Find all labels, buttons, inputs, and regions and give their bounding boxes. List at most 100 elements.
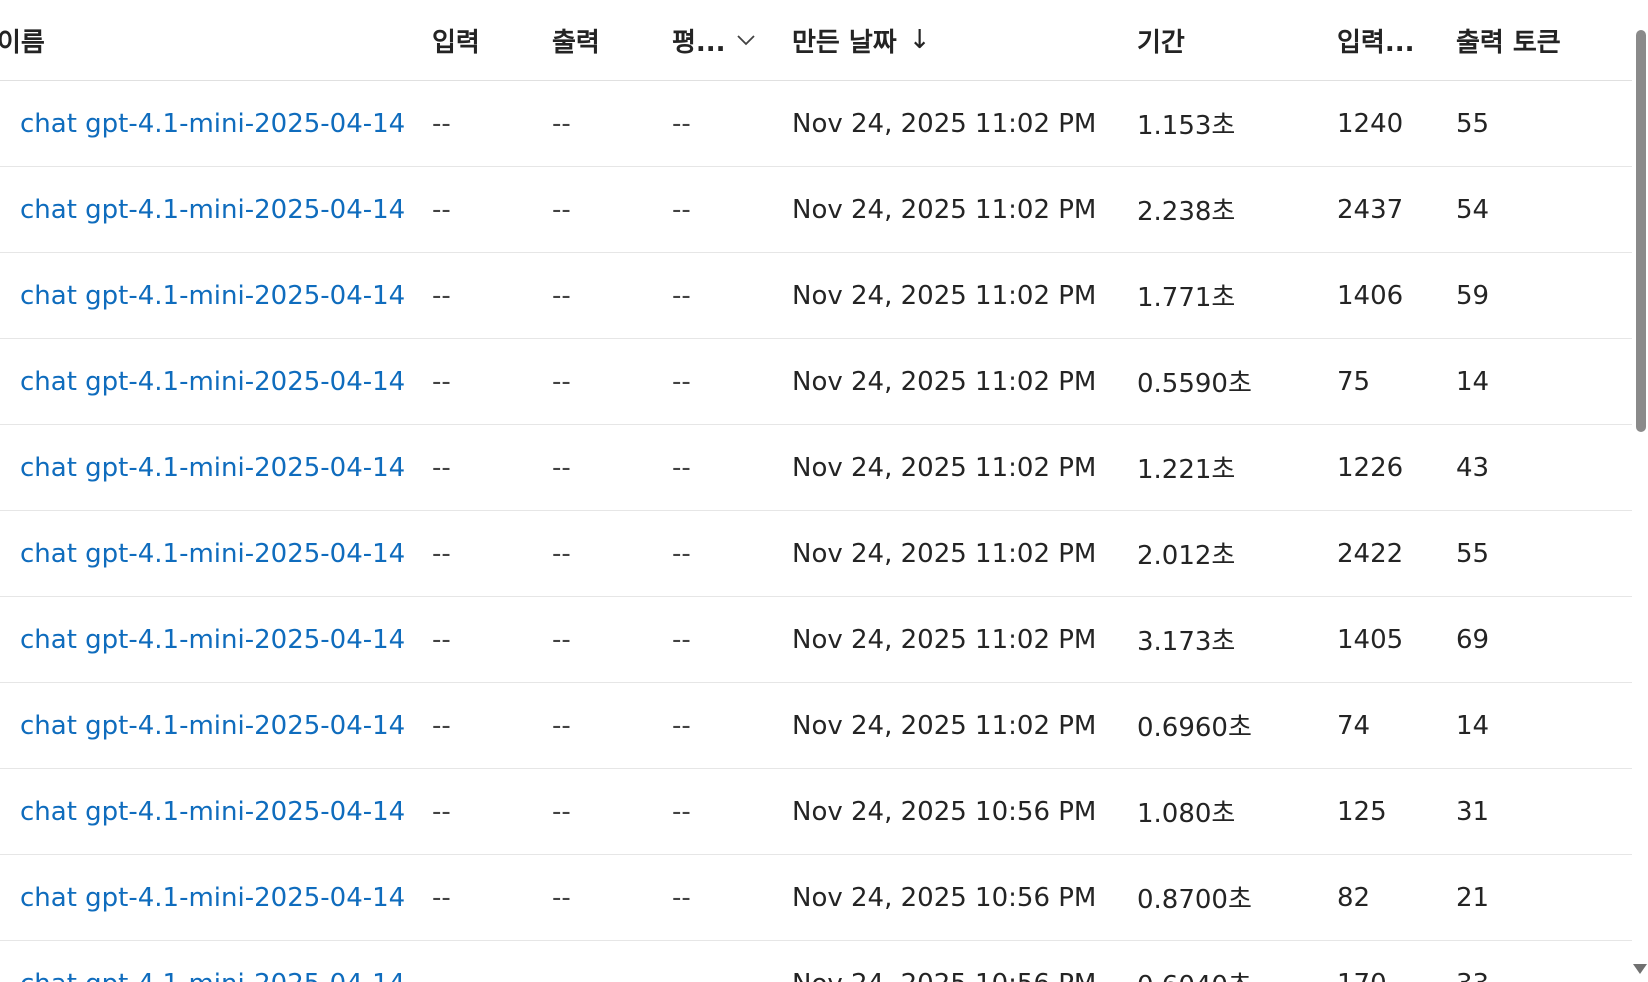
output-tokens-cell: 55 [1456,108,1490,139]
table-row[interactable]: chat gpt-4.1-mini-2025-04-14 -- -- -- No… [0,769,1632,855]
table-row[interactable]: chat gpt-4.1-mini-2025-04-14 -- -- -- No… [0,855,1632,941]
table-row[interactable]: chat gpt-4.1-mini-2025-04-14 -- -- -- No… [0,81,1632,167]
input-tokens-cell: 1240 [1337,108,1404,139]
output-cell: -- [552,452,571,483]
trace-name-link[interactable]: chat gpt-4.1-mini-2025-04-14 [20,883,405,913]
created-date-cell: Nov 24, 2025 11:02 PM [792,624,1097,655]
duration-cell: 1.153초 [1137,111,1236,141]
duration-cell: 1.080초 [1137,799,1236,829]
column-header-output-tokens[interactable]: 출력 토큰 [1456,0,1636,80]
chevron-down-icon[interactable] [736,30,756,50]
column-header-duration[interactable]: 기간 [1137,0,1327,80]
trace-name-link[interactable]: chat gpt-4.1-mini-2025-04-14 [20,539,405,569]
column-header-label: 출력 토큰 [1456,27,1561,58]
trace-name-link[interactable]: chat gpt-4.1-mini-2025-04-14 [20,195,405,225]
trace-name-link[interactable]: chat gpt-4.1-mini-2025-04-14 [20,281,405,311]
trace-name-link[interactable]: chat gpt-4.1-mini-2025-04-14 [20,109,405,139]
input-cell: -- [432,194,451,225]
evaluation-cell: -- [672,108,691,139]
traces-table: 이름 입력 출력 평... 만든 날짜 ↓ 기간 입력... 출력 토큰 cha… [0,0,1632,982]
duration-cell: 0.6040초 [1137,941,1327,982]
sort-descending-icon: ↓ [908,25,931,55]
input-cell: -- [432,796,451,827]
created-date-cell: Nov 24, 2025 10:56 PM [792,941,1122,982]
duration-cell: 0.6960초 [1137,713,1252,743]
column-header-label: 입력... [1337,27,1415,58]
column-header-label: 출력 [552,27,600,58]
evaluation-cell: -- [672,280,691,311]
evaluation-cell: -- [672,366,691,397]
evaluation-cell: -- [672,882,691,913]
evaluation-cell: -- [672,194,691,225]
duration-cell: 3.173초 [1137,627,1236,657]
output-tokens-cell: 43 [1456,452,1490,483]
output-cell: -- [552,941,662,982]
created-date-cell: Nov 24, 2025 10:56 PM [792,796,1097,827]
created-date-cell: Nov 24, 2025 11:02 PM [792,452,1097,483]
output-tokens-cell: 69 [1456,624,1490,655]
column-header-label: 입력 [432,27,480,58]
created-date-cell: Nov 24, 2025 10:56 PM [792,882,1097,913]
column-header-output[interactable]: 출력 [552,0,662,80]
vertical-scrollbar[interactable] [1632,0,1648,982]
scrollbar-thumb[interactable] [1636,30,1646,432]
trace-name-link[interactable]: chat gpt-4.1-mini-2025-04-14 [20,367,405,397]
input-tokens-cell: 2422 [1337,538,1404,569]
output-cell: -- [552,624,571,655]
duration-cell: 1.771초 [1137,283,1236,313]
input-cell: -- [432,882,451,913]
evaluation-cell: -- [672,538,691,569]
trace-name-link[interactable]: chat gpt-4.1-mini-2025-04-14 [20,797,405,827]
column-header-evaluation[interactable]: 평... [672,0,782,80]
output-tokens-cell: 54 [1456,194,1490,225]
input-cell: -- [432,538,451,569]
evaluation-cell: -- [672,796,691,827]
table-row[interactable]: chat gpt-4.1-mini-2025-04-14 -- -- -- No… [0,941,1632,982]
column-header-label: 만든 날짜 [792,27,897,58]
trace-name-link[interactable]: chat gpt-4.1-mini-2025-04-14 [20,969,405,982]
input-cell: -- [432,710,451,741]
table-row[interactable]: chat gpt-4.1-mini-2025-04-14 -- -- -- No… [0,253,1632,339]
duration-cell: 2.012초 [1137,541,1236,571]
column-header-created[interactable]: 만든 날짜 ↓ [792,0,1122,80]
trace-name-link[interactable]: chat gpt-4.1-mini-2025-04-14 [20,711,405,741]
input-cell: -- [432,452,451,483]
column-header-label: 이름 [0,27,45,58]
column-header-label: 기간 [1137,27,1185,58]
duration-cell: 0.8700초 [1137,885,1252,915]
evaluation-cell: -- [672,452,691,483]
table-row[interactable]: chat gpt-4.1-mini-2025-04-14 -- -- -- No… [0,339,1632,425]
output-tokens-cell: 33 [1456,941,1636,982]
output-cell: -- [552,538,571,569]
input-tokens-cell: 170 [1337,941,1447,982]
column-header-input-tokens[interactable]: 입력... [1337,0,1447,80]
input-tokens-cell: 1405 [1337,624,1404,655]
duration-cell: 2.238초 [1137,197,1236,227]
column-header-name[interactable]: 이름 [0,0,417,80]
trace-name-link[interactable]: chat gpt-4.1-mini-2025-04-14 [20,453,405,483]
table-row[interactable]: chat gpt-4.1-mini-2025-04-14 -- -- -- No… [0,425,1632,511]
created-date-cell: Nov 24, 2025 11:02 PM [792,280,1097,311]
table-row[interactable]: chat gpt-4.1-mini-2025-04-14 -- -- -- No… [0,683,1632,769]
output-tokens-cell: 14 [1456,366,1490,397]
input-tokens-cell: 125 [1337,796,1387,827]
table-row[interactable]: chat gpt-4.1-mini-2025-04-14 -- -- -- No… [0,511,1632,597]
created-date-cell: Nov 24, 2025 11:02 PM [792,710,1097,741]
output-tokens-cell: 31 [1456,796,1490,827]
created-date-cell: Nov 24, 2025 11:02 PM [792,538,1097,569]
scroll-down-arrow-icon[interactable] [1633,964,1647,974]
output-cell: -- [552,796,571,827]
evaluation-cell: -- [672,710,691,741]
evaluation-cell: -- [672,941,782,982]
table-row[interactable]: chat gpt-4.1-mini-2025-04-14 -- -- -- No… [0,597,1632,683]
input-cell: -- [432,280,451,311]
trace-name-link[interactable]: chat gpt-4.1-mini-2025-04-14 [20,625,405,655]
input-cell: -- [432,624,451,655]
traces-table-viewport: 이름 입력 출력 평... 만든 날짜 ↓ 기간 입력... 출력 토큰 cha… [0,0,1648,982]
created-date-cell: Nov 24, 2025 11:02 PM [792,194,1097,225]
table-row[interactable]: chat gpt-4.1-mini-2025-04-14 -- -- -- No… [0,167,1632,253]
input-cell: -- [432,108,451,139]
output-cell: -- [552,280,571,311]
output-cell: -- [552,882,571,913]
column-header-input[interactable]: 입력 [432,0,542,80]
